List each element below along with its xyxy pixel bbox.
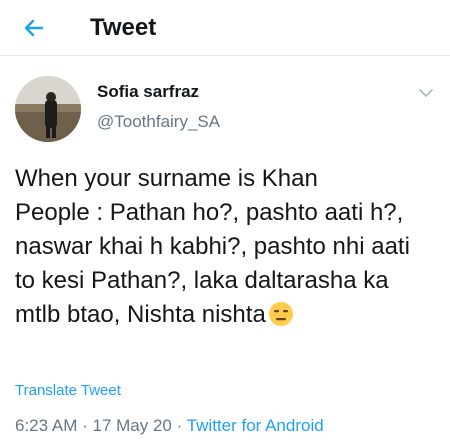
- tweet-text: When your surname is Khan People : Patha…: [15, 162, 435, 332]
- translate-tweet-link[interactable]: Translate Tweet: [15, 382, 121, 399]
- arrow-left-icon: [24, 19, 44, 37]
- tweet-meta: 6:23 AM · 17 May 20 · Twitter for Androi…: [15, 416, 324, 436]
- author-handle[interactable]: @Toothfairy_SA: [97, 112, 220, 132]
- page-title: Tweet: [90, 14, 157, 41]
- meta-separator: ·: [77, 416, 93, 435]
- tweet-source-link[interactable]: Twitter for Android: [187, 416, 324, 435]
- meta-separator: ·: [171, 416, 187, 435]
- tweet-author: Sofia sarfraz @Toothfairy_SA: [15, 76, 435, 142]
- tweet-time: 6:23 AM: [15, 416, 78, 435]
- tweet-date: 17 May 20: [92, 416, 172, 435]
- expressionless-face-emoji: [268, 302, 293, 326]
- avatar[interactable]: [15, 76, 81, 142]
- tweet-body: When your surname is Khan People : Patha…: [15, 165, 410, 328]
- top-bar: Tweet: [0, 0, 450, 56]
- author-display-name[interactable]: Sofia sarfraz: [97, 82, 199, 102]
- chevron-down-icon[interactable]: [417, 84, 435, 102]
- avatar-photo: [15, 76, 81, 142]
- back-button[interactable]: [20, 14, 48, 42]
